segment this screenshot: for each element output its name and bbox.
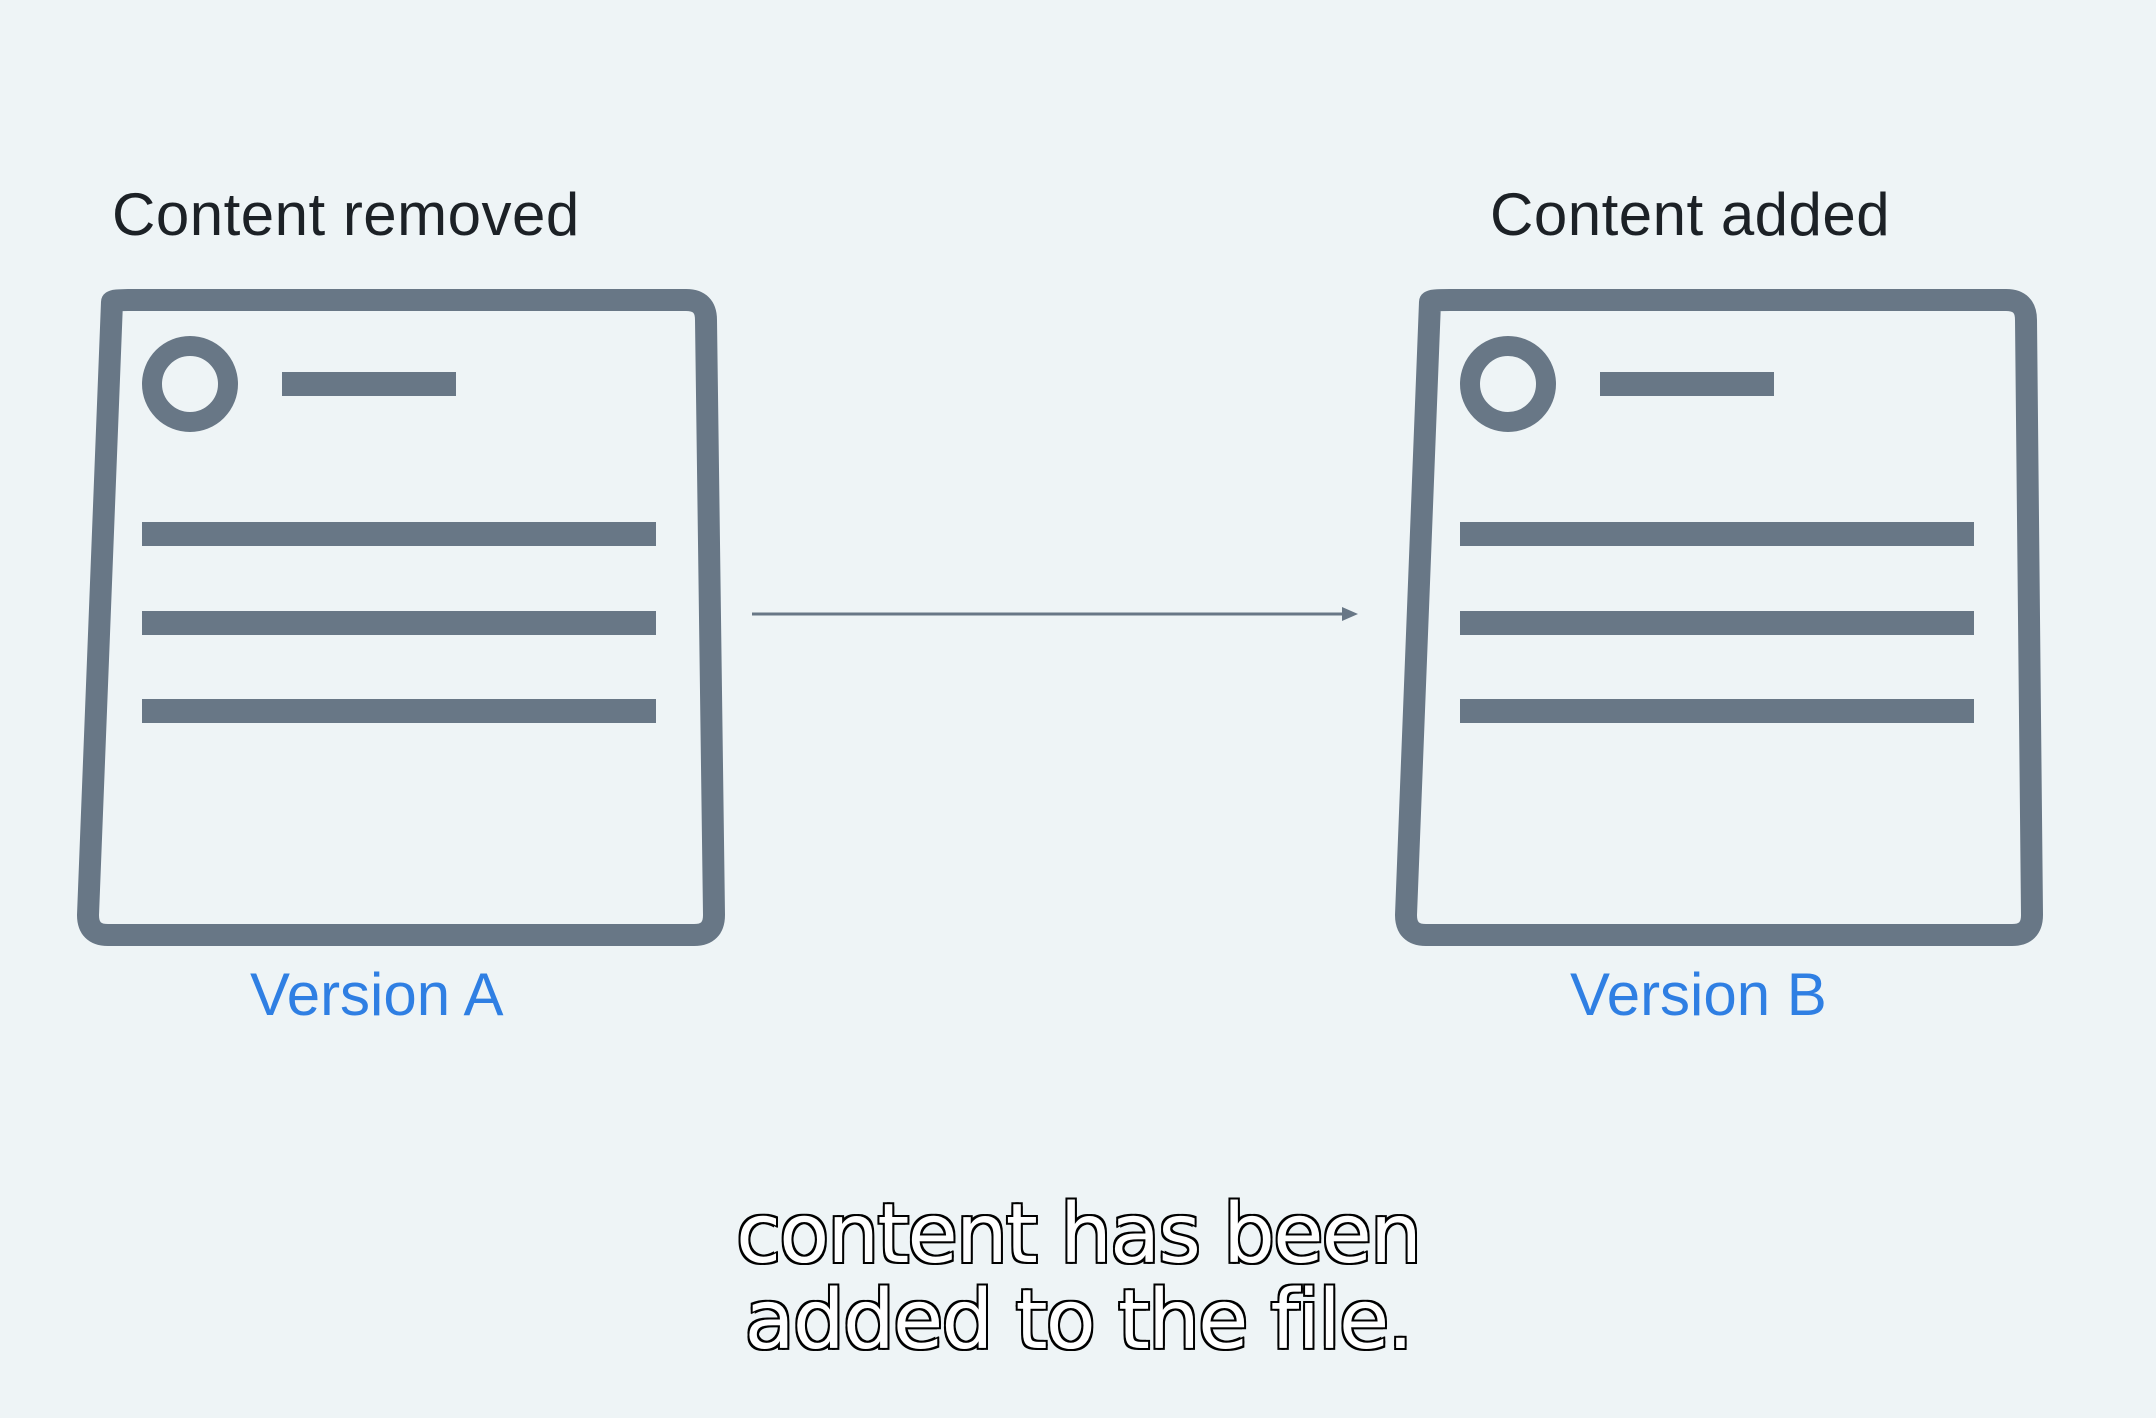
right-arrow-icon bbox=[752, 607, 1358, 621]
caption-line-2: added to the file. bbox=[743, 1273, 1415, 1368]
version-b-label: Version B bbox=[1570, 961, 1827, 1028]
avatar-circle bbox=[1460, 336, 1556, 432]
avatar-circle bbox=[142, 336, 238, 432]
version-b-document-icon bbox=[1395, 289, 2043, 946]
caption-line-1: content has been bbox=[735, 1187, 1424, 1282]
content-removed-heading: Content removed bbox=[112, 181, 580, 248]
version-a-label: Version A bbox=[250, 961, 504, 1028]
subtitle-caption: content has been added to the file. bbox=[0, 1187, 2156, 1368]
diagram-stage: Content removed Content added Version A … bbox=[0, 0, 2156, 1418]
version-a-document-icon bbox=[77, 289, 725, 946]
content-added-heading: Content added bbox=[1490, 181, 1891, 248]
